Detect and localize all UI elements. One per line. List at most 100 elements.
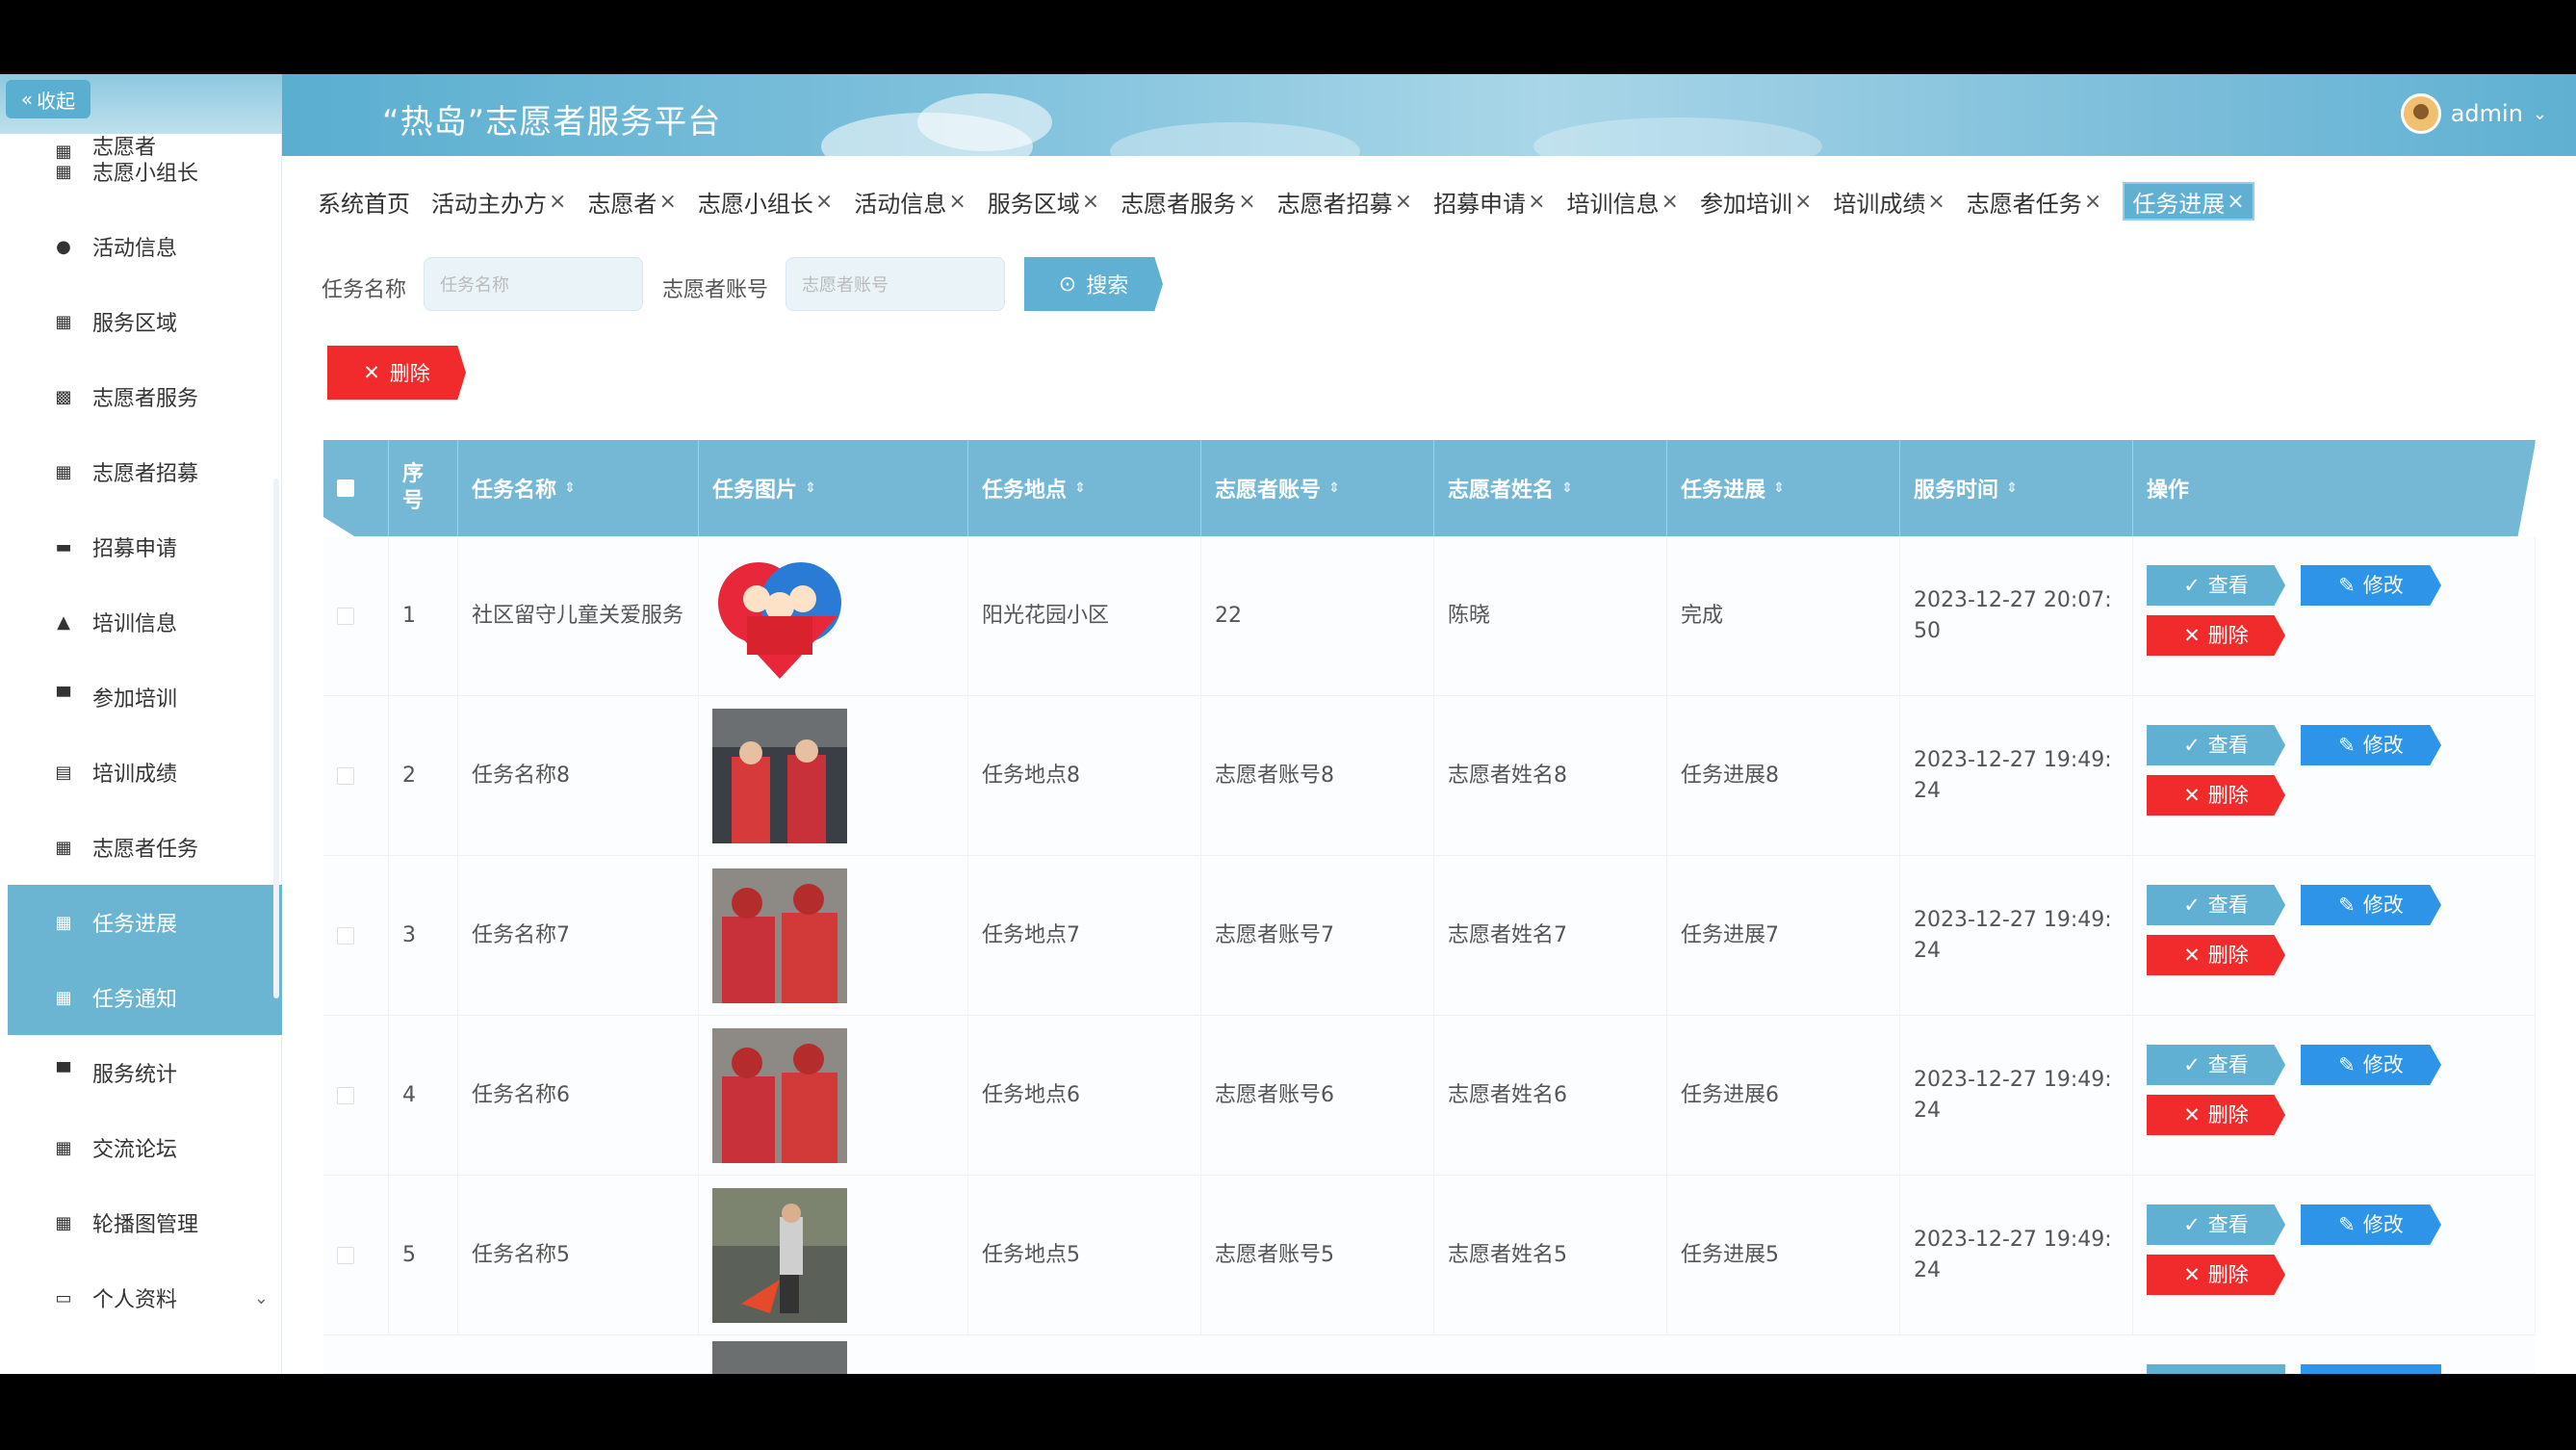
view-button[interactable] [2147, 1364, 2285, 1374]
sidebar-item[interactable]: ▲ 培训信息 [8, 584, 282, 660]
column-header[interactable]: 志愿者账号 ⇕ [1201, 440, 1434, 536]
close-icon[interactable]: × [1662, 190, 1679, 214]
edit-button[interactable] [2301, 1364, 2441, 1374]
batch-delete-button[interactable]: ✕ 删除 [327, 346, 466, 400]
close-icon[interactable]: × [1528, 190, 1545, 214]
sidebar-item[interactable]: ▦ 交流论坛 [8, 1110, 282, 1185]
sidebar-item[interactable]: ▀ 参加培训 [8, 660, 282, 735]
row-checkbox-cell[interactable] [323, 1016, 389, 1176]
row-checkbox[interactable] [337, 927, 354, 945]
sidebar-item[interactable]: ▬ 招募申请 [8, 509, 282, 584]
tab-3[interactable]: 志愿小组长 × [698, 182, 833, 220]
view-button[interactable]: ✓ 查看 [2147, 1204, 2285, 1245]
close-icon[interactable]: × [2084, 190, 2101, 214]
close-icon[interactable]: × [1238, 190, 1255, 214]
sort-icon[interactable]: ⇕ [1074, 480, 1086, 496]
view-button[interactable]: ✓ 查看 [2147, 725, 2285, 765]
edit-button[interactable]: ✎ 修改 [2301, 1045, 2441, 1085]
sidebar-item[interactable]: ▀ 服务统计 [8, 1035, 282, 1110]
edit-button[interactable]: ✎ 修改 [2301, 725, 2441, 765]
sort-icon[interactable]: ⇕ [564, 480, 576, 496]
search-button[interactable]: ⊙ 搜索 [1024, 257, 1163, 311]
tab-4[interactable]: 活动信息 × [854, 182, 966, 220]
task-image[interactable] [712, 709, 847, 843]
row-checkbox[interactable] [337, 767, 354, 785]
column-header[interactable]: 志愿者姓名 ⇕ [1434, 440, 1667, 536]
task-image[interactable] [712, 1028, 847, 1163]
tab-13[interactable]: 任务进展 × [2123, 182, 2254, 220]
sidebar-item[interactable]: ▦ 志愿者任务 [8, 810, 282, 885]
row-checkbox-cell[interactable] [323, 536, 389, 696]
tab-2[interactable]: 志愿者 × [587, 182, 676, 220]
tab-11[interactable]: 培训成绩 × [1833, 182, 1945, 220]
task-name-input[interactable]: 任务名称 [424, 257, 643, 311]
column-header[interactable]: 任务图片 ⇕ [699, 440, 968, 536]
tab-12[interactable]: 志愿者任务 × [1967, 182, 2101, 220]
close-icon[interactable]: × [948, 190, 966, 214]
user-menu[interactable]: admin ⌄ [2400, 93, 2547, 134]
view-button[interactable]: ✓ 查看 [2147, 885, 2285, 925]
close-icon[interactable]: × [815, 190, 833, 214]
tab-5[interactable]: 服务区域 × [988, 182, 1099, 220]
view-button[interactable]: ✓ 查看 [2147, 1045, 2285, 1085]
column-header[interactable]: 服务时间 ⇕ [1900, 440, 2133, 536]
sidebar-item[interactable]: ▭ 个人资料 ⌄ [8, 1260, 282, 1335]
tab-8[interactable]: 招募申请 × [1433, 182, 1545, 220]
sort-icon[interactable]: ⇕ [2006, 480, 2018, 496]
row-checkbox[interactable] [337, 1087, 354, 1104]
row-checkbox[interactable] [337, 608, 354, 625]
edit-button[interactable]: ✎ 修改 [2301, 885, 2441, 925]
task-image[interactable] [712, 549, 847, 684]
edit-button[interactable]: ✎ 修改 [2301, 565, 2441, 606]
row-checkbox-cell[interactable] [323, 696, 389, 856]
sidebar-scrollbar[interactable] [273, 479, 279, 998]
edit-button[interactable]: ✎ 修改 [2301, 1204, 2441, 1245]
row-checkbox-cell[interactable] [323, 856, 389, 1016]
service-time-cell: 2023-12-27 19:49:24 [1900, 1016, 2133, 1176]
sort-icon[interactable]: ⇕ [805, 480, 816, 496]
sidebar-item[interactable]: ▦ 任务进展 [8, 885, 282, 960]
sidebar-item[interactable]: ▦ 任务通知 [8, 960, 282, 1035]
close-icon[interactable]: × [658, 190, 676, 214]
close-icon[interactable]: × [1395, 190, 1412, 214]
row-checkbox[interactable] [337, 1247, 354, 1264]
sidebar-item[interactable]: ▩ 志愿者服务 [8, 359, 282, 434]
column-header[interactable]: 任务名称 ⇕ [458, 440, 699, 536]
select-all-checkbox[interactable] [323, 440, 389, 536]
sort-icon[interactable]: ⇕ [1328, 480, 1340, 496]
delete-button[interactable]: ✕ 删除 [2147, 1095, 2285, 1135]
delete-button[interactable]: ✕ 删除 [2147, 935, 2285, 975]
close-icon[interactable]: × [1082, 190, 1099, 214]
delete-button[interactable]: ✕ 删除 [2147, 775, 2285, 816]
delete-button[interactable]: ✕ 删除 [2147, 615, 2285, 656]
delete-label: 删除 [2207, 784, 2249, 807]
tab-9[interactable]: 培训信息 × [1567, 182, 1679, 220]
view-button[interactable]: ✓ 查看 [2147, 565, 2285, 606]
tab-7[interactable]: 志愿者招募 × [1277, 182, 1412, 220]
sidebar-item[interactable]: ▦ 轮播图管理 [8, 1185, 282, 1260]
sidebar-item[interactable]: ▦ 服务区域 [8, 284, 282, 359]
tab-0[interactable]: 系统首页 [318, 182, 410, 220]
tab-6[interactable]: 志愿者服务 × [1121, 182, 1255, 220]
row-checkbox-cell[interactable] [323, 1176, 389, 1335]
sidebar-item[interactable]: ▤ 培训成绩 [8, 735, 282, 810]
collapse-button[interactable]: « 收起 [6, 80, 90, 118]
delete-button[interactable]: ✕ 删除 [2147, 1255, 2285, 1295]
task-image[interactable] [712, 868, 847, 1003]
close-icon[interactable]: × [1794, 190, 1812, 214]
tab-10[interactable]: 参加培训 × [1700, 182, 1812, 220]
sort-icon[interactable]: ⇕ [1561, 480, 1573, 496]
column-header[interactable]: 任务进展 ⇕ [1667, 440, 1900, 536]
task-image[interactable] [712, 1188, 847, 1323]
close-icon[interactable]: × [2227, 190, 2244, 214]
tab-label: 志愿者服务 [1121, 190, 1237, 218]
column-header[interactable]: 任务地点 ⇕ [968, 440, 1201, 536]
close-icon[interactable]: × [549, 190, 566, 214]
account-input[interactable]: 志愿者账号 [786, 257, 1005, 311]
close-icon[interactable]: × [1927, 190, 1945, 214]
sidebar-item[interactable]: ● 活动信息 [8, 209, 282, 284]
sidebar-item[interactable]: ▦ 志愿者招募 [8, 434, 282, 509]
sidebar-item[interactable]: ▦ 志愿小组长 [8, 134, 282, 209]
tab-1[interactable]: 活动主办方 × [431, 182, 566, 220]
sort-icon[interactable]: ⇕ [1773, 480, 1785, 496]
